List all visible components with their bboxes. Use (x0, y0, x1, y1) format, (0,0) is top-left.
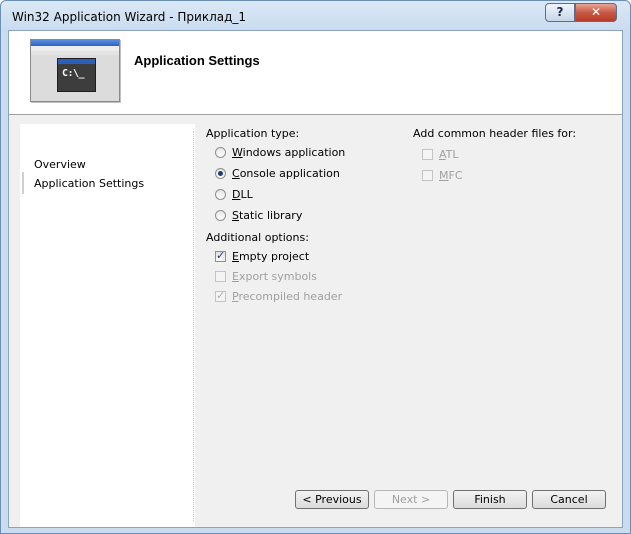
checkbox-export-symbols-box (215, 271, 226, 282)
label-text: recompiled header (238, 290, 343, 303)
checkbox-precompiled-header-box (215, 289, 226, 302)
wizard-sidebar: Overview Application Settings (20, 124, 195, 527)
checkbox-label: Empty project (232, 250, 309, 263)
checkbox-mfc: MFC (422, 169, 463, 182)
label-text: mpty project (238, 250, 310, 263)
radio-dll-button[interactable] (215, 189, 226, 200)
mnemonic: S (232, 209, 239, 222)
radio-static-library-button[interactable] (215, 210, 226, 221)
mnemonic: A (439, 148, 446, 161)
radio-label: Static library (232, 209, 302, 222)
radio-console-application[interactable]: Console application (215, 167, 340, 180)
mnemonic: E (232, 250, 239, 263)
mnemonic: M (439, 169, 449, 182)
checkbox-label: Export symbols (232, 270, 317, 283)
checkbox-empty-project[interactable]: Empty project (215, 249, 309, 263)
cancel-button[interactable]: Cancel (532, 490, 606, 509)
console-prompt-icon: C:\_ (62, 68, 85, 79)
radio-label: DLL (232, 188, 253, 201)
checkbox-mfc-box (422, 170, 433, 181)
sidebar-item-label: Application Settings (34, 177, 145, 190)
mnemonic: C (232, 167, 240, 180)
console-window-titlebar (58, 59, 95, 64)
label-text: onsole application (239, 167, 340, 180)
sidebar-item-overview[interactable]: Overview (34, 158, 86, 171)
next-button[interactable]: Next > (374, 490, 448, 509)
checkbox-label: Precompiled header (232, 290, 342, 303)
mnemonic: E (232, 270, 239, 283)
label-text: LL (240, 188, 253, 201)
help-button[interactable]: ? (545, 3, 575, 22)
console-window-icon: C:\_ (57, 58, 96, 92)
sidebar-divider (193, 131, 196, 521)
title-bar[interactable]: Win32 Application Wizard - Приклад_1 ? ✕ (0, 0, 631, 32)
radio-dll[interactable]: DLL (215, 188, 253, 201)
label-text: TL (445, 148, 459, 161)
application-type-label: Application type: (206, 127, 300, 140)
radio-windows-application-button[interactable] (215, 147, 226, 158)
radio-label: Windows application (232, 146, 345, 159)
wizard-header: C:\_ Application Settings (9, 31, 622, 115)
checkbox-empty-project-box[interactable] (215, 249, 226, 262)
console-app-thumbnail-icon: C:\_ (30, 39, 120, 102)
mnemonic: W (232, 146, 243, 159)
window-title: Win32 Application Wizard - Приклад_1 (12, 10, 247, 24)
checkbox-atl-box (422, 149, 433, 160)
sidebar-item-application-settings[interactable]: Application Settings (22, 172, 204, 194)
checkbox-label: MFC (439, 169, 463, 182)
previous-button[interactable]: < Previous (295, 490, 369, 509)
label-text: xport symbols (238, 270, 317, 283)
help-icon: ? (556, 5, 564, 19)
radio-console-application-button[interactable] (215, 168, 226, 179)
wizard-body: C:\_ Application Settings Overview Appli… (8, 30, 623, 528)
checkbox-precompiled-header: Precompiled header (215, 289, 342, 303)
thumbnail-toolbar (31, 51, 119, 55)
label-text: indows application (242, 146, 346, 159)
page-title: Application Settings (134, 53, 260, 68)
close-icon: ✕ (590, 5, 602, 19)
label-text: tatic library (238, 209, 303, 222)
label-text: FC (448, 169, 463, 182)
header-files-label: Add common header files for: (413, 127, 577, 140)
radio-static-library[interactable]: Static library (215, 209, 302, 222)
finish-button[interactable]: Finish (453, 490, 527, 509)
checkbox-atl: ATL (422, 148, 459, 161)
checkbox-label: ATL (439, 148, 459, 161)
radio-windows-application[interactable]: Windows application (215, 146, 345, 159)
radio-label: Console application (232, 167, 340, 180)
checkbox-export-symbols: Export symbols (215, 270, 317, 283)
additional-options-label: Additional options: (206, 231, 309, 244)
close-button[interactable]: ✕ (575, 3, 617, 22)
